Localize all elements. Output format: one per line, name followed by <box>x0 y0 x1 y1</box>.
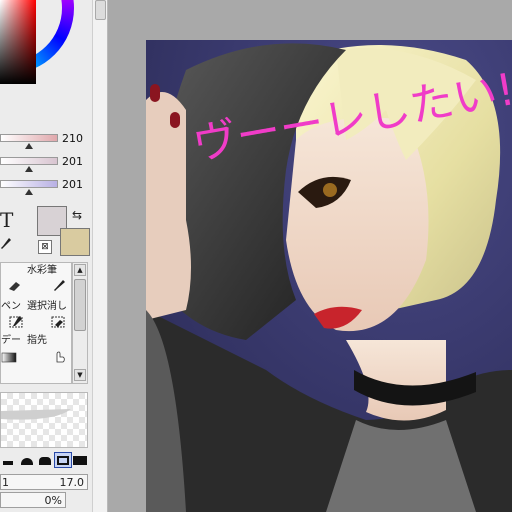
brush-shape-mound-icon[interactable] <box>36 452 54 468</box>
red-slider-value: 210 <box>62 132 83 145</box>
brush-shape-block-icon[interactable] <box>70 452 88 468</box>
swap-colors-icon[interactable]: ⇆ <box>72 208 86 222</box>
panel-scroll-thumb[interactable] <box>95 0 106 20</box>
brush-grid-scroll-thumb[interactable] <box>74 279 86 331</box>
artwork-nail <box>150 84 160 102</box>
brush-shape-row <box>0 452 88 468</box>
brush-size-field[interactable]: 1 17.0 <box>0 474 88 490</box>
green-slider-caret[interactable] <box>25 166 33 172</box>
brush-density-field[interactable]: 0% <box>0 492 66 508</box>
scroll-up-icon[interactable]: ▲ <box>74 264 86 276</box>
brush-shape-flat-icon[interactable] <box>0 452 18 468</box>
artwork-hand <box>146 92 191 320</box>
reset-colors-icon[interactable]: ⊠ <box>38 240 52 254</box>
green-slider-value: 201 <box>62 155 83 168</box>
saturation-value-square[interactable] <box>0 0 36 84</box>
blue-slider-caret[interactable] <box>25 189 33 195</box>
artwork-iris <box>323 183 337 197</box>
blue-slider-value: 201 <box>62 178 83 191</box>
brush-label-gradient[interactable]: デー <box>1 335 21 347</box>
watercolor-brush-icon[interactable] <box>51 279 67 293</box>
artwork-nail-2 <box>170 112 180 128</box>
stroke-preview-shape <box>1 409 71 420</box>
background-color-swatch[interactable] <box>60 228 90 256</box>
selection-eraser-icon[interactable] <box>51 315 67 329</box>
brush-label-watercolor[interactable]: 水彩筆 <box>27 265 57 277</box>
pen-icon[interactable] <box>9 315 25 329</box>
finger-icon[interactable] <box>51 349 67 363</box>
brush-grid-scrollbar[interactable]: ▲ ▼ <box>72 262 88 384</box>
gradient-icon[interactable] <box>1 351 17 365</box>
brush-label-pen[interactable]: ペン <box>1 301 21 313</box>
blue-slider[interactable] <box>0 180 58 188</box>
panel-scrollbar[interactable] <box>92 0 108 512</box>
brush-stroke-preview <box>0 392 88 448</box>
eraser-icon[interactable] <box>7 279 23 293</box>
text-tool-icon[interactable]: T <box>0 210 13 230</box>
brush-shape-round-icon[interactable] <box>18 452 36 468</box>
red-slider-caret[interactable] <box>25 143 33 149</box>
scroll-down-icon[interactable]: ▼ <box>74 369 86 381</box>
brush-label-selection-eraser[interactable]: 選択消し <box>27 301 67 313</box>
brush-size-value: 17.0 <box>59 476 85 489</box>
red-slider[interactable] <box>0 134 58 142</box>
tool-panel: 210 201 201 T ⇆ ⊠ 水彩筆 ペン 選択消し デー 指先 ▲ ▼ … <box>0 0 92 512</box>
brush-tool-grid: 水彩筆 ペン 選択消し デー 指先 <box>0 262 72 384</box>
green-slider[interactable] <box>0 157 58 165</box>
eyedropper-icon[interactable] <box>0 237 12 251</box>
brush-size-min: 1 <box>2 476 9 489</box>
brush-label-finger[interactable]: 指先 <box>27 335 47 347</box>
artwork-illustration: ヴーーレしたい!! <box>146 40 512 512</box>
brush-density-value: 0% <box>44 494 62 507</box>
artwork-canvas[interactable]: ヴーーレしたい!! <box>146 40 512 512</box>
